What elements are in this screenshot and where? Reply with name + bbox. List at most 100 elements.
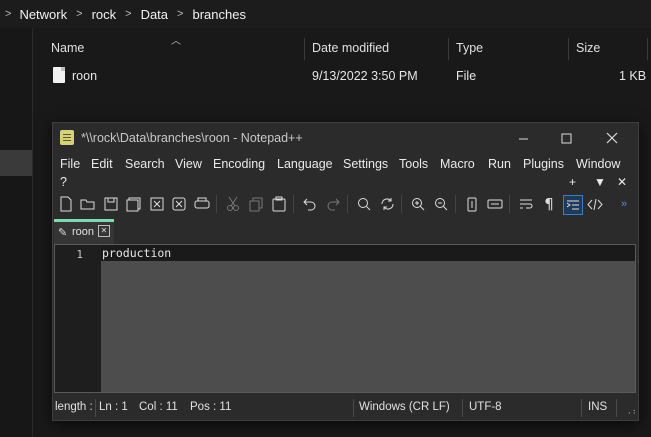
zoom-in-icon[interactable] — [409, 195, 427, 213]
xml-tag-icon[interactable] — [586, 195, 604, 213]
breadcrumb-chevron-icon[interactable]: > — [5, 8, 11, 20]
menu-plugins[interactable]: Plugins — [523, 157, 564, 171]
breadcrumb-chevron-icon[interactable]: > — [76, 8, 82, 20]
menu-search[interactable]: Search — [125, 157, 165, 171]
breadcrumb-data[interactable]: Data — [141, 7, 168, 22]
breadcrumb-branches[interactable]: branches — [192, 7, 245, 22]
column-header-name[interactable]: Name — [51, 41, 84, 55]
file-icon — [53, 67, 65, 83]
menu-edit[interactable]: Edit — [91, 157, 113, 171]
find-icon[interactable] — [355, 195, 373, 213]
toolbar-separator — [509, 195, 510, 213]
add-tab-icon[interactable]: + — [569, 175, 576, 189]
menu-tools[interactable]: Tools — [399, 157, 428, 171]
menu-encoding[interactable]: Encoding — [213, 157, 265, 171]
tab-bar: ✎ roon ✕ — [53, 219, 638, 244]
new-file-icon[interactable] — [57, 195, 75, 213]
breadcrumb-chevron-icon[interactable]: > — [125, 8, 131, 20]
notepad-app-icon[interactable] — [60, 130, 74, 145]
breadcrumb-network[interactable]: Network — [19, 7, 67, 22]
close-button[interactable] — [592, 126, 632, 150]
status-insert-mode[interactable]: INS — [588, 401, 607, 413]
status-separator — [353, 399, 354, 417]
save-all-icon[interactable] — [124, 195, 142, 213]
file-date: 9/13/2022 3:50 PM — [312, 69, 418, 83]
menu-file[interactable]: File — [60, 157, 80, 171]
copy-icon[interactable] — [247, 195, 265, 213]
status-line[interactable]: Ln : 1 — [99, 401, 128, 413]
menu-bar: File Edit Search View Encoding Language … — [53, 153, 638, 193]
open-folder-icon[interactable] — [79, 195, 97, 213]
toolbar-separator — [455, 195, 456, 213]
tab-close-icon[interactable]: ✕ — [98, 225, 110, 237]
sync-vertical-icon[interactable] — [463, 195, 481, 213]
close-tab-icon[interactable]: ✕ — [617, 175, 627, 189]
close-all-icon[interactable] — [170, 195, 188, 213]
toolbar-overflow-icon[interactable]: » — [618, 195, 630, 213]
tab-roon[interactable]: ✎ roon ✕ — [54, 219, 114, 244]
menu-view[interactable]: View — [175, 157, 202, 171]
menu-macro[interactable]: Macro — [440, 157, 475, 171]
toolbar-separator — [347, 195, 348, 213]
column-divider[interactable] — [647, 38, 648, 60]
maximize-icon — [561, 133, 571, 143]
column-header-type[interactable]: Type — [456, 41, 483, 55]
file-name[interactable]: roon — [72, 69, 97, 83]
undo-icon[interactable] — [301, 195, 319, 213]
breadcrumb-chevron-icon[interactable]: > — [177, 8, 183, 20]
toolbar-separator — [293, 195, 294, 213]
file-size: 1 KB — [619, 69, 647, 83]
menu-language[interactable]: Language — [277, 157, 333, 171]
status-position[interactable]: Pos : 11 — [190, 401, 231, 413]
toolbar-separator — [216, 195, 217, 213]
column-divider[interactable] — [448, 38, 449, 60]
minimize-button[interactable] — [503, 126, 543, 150]
toolbar-separator — [401, 195, 402, 213]
column-headers: ︿ Name Date modified Type Size — [33, 36, 651, 60]
maximize-button[interactable] — [546, 126, 586, 150]
current-line-highlight — [101, 245, 635, 261]
editor-text[interactable]: production — [102, 246, 171, 260]
sync-horizontal-icon[interactable] — [486, 195, 504, 213]
column-divider[interactable] — [568, 38, 569, 60]
close-file-icon[interactable] — [148, 195, 166, 213]
title-bar[interactable]: *\\rock\Data\branches\roon - Notepad++ — [53, 123, 638, 153]
menu-run[interactable]: Run — [488, 157, 511, 171]
cut-icon[interactable] — [224, 195, 242, 213]
indent-guide-icon[interactable] — [563, 195, 583, 215]
menu-settings[interactable]: Settings — [343, 157, 388, 171]
tab-label: roon — [72, 226, 95, 238]
line-number-gutter: 1 — [55, 245, 101, 392]
status-encoding[interactable]: UTF-8 — [469, 401, 502, 413]
column-divider[interactable] — [304, 38, 305, 60]
editor-area[interactable]: 1 production — [54, 244, 636, 393]
resize-grip-icon[interactable]: ⠠⠰ — [625, 407, 636, 416]
column-header-size[interactable]: Size — [576, 41, 600, 55]
navigation-pane[interactable] — [0, 28, 33, 437]
status-separator — [95, 399, 96, 417]
tab-list-dropdown-icon[interactable]: ▼ — [594, 175, 606, 189]
menu-window[interactable]: Window — [576, 157, 620, 171]
zoom-out-icon[interactable] — [432, 195, 450, 213]
modified-pencil-icon: ✎ — [58, 227, 68, 239]
save-icon[interactable] — [102, 195, 120, 213]
print-icon[interactable] — [193, 195, 211, 213]
paste-icon[interactable] — [270, 195, 288, 213]
line-number: 1 — [76, 248, 83, 261]
redo-icon[interactable] — [324, 195, 342, 213]
breadcrumb-rock[interactable]: rock — [92, 7, 117, 22]
status-separator — [581, 399, 582, 417]
status-length: length : — [55, 401, 93, 413]
status-column[interactable]: Col : 11 — [139, 401, 178, 413]
status-eol[interactable]: Windows (CR LF) — [359, 401, 450, 413]
notepad-plus-plus-window[interactable]: *\\rock\Data\branches\roon - Notepad++ F… — [52, 122, 639, 421]
replace-icon[interactable] — [378, 195, 396, 213]
word-wrap-icon[interactable] — [517, 195, 535, 213]
close-icon — [606, 132, 618, 144]
navigation-selected-item[interactable] — [0, 150, 32, 176]
menu-help[interactable]: ? — [60, 175, 67, 189]
show-all-characters-icon[interactable]: ¶ — [540, 195, 558, 213]
status-separator — [616, 399, 617, 417]
file-row[interactable]: roon 9/13/2022 3:50 PM File 1 KB — [33, 64, 651, 88]
column-header-date[interactable]: Date modified — [312, 41, 389, 55]
